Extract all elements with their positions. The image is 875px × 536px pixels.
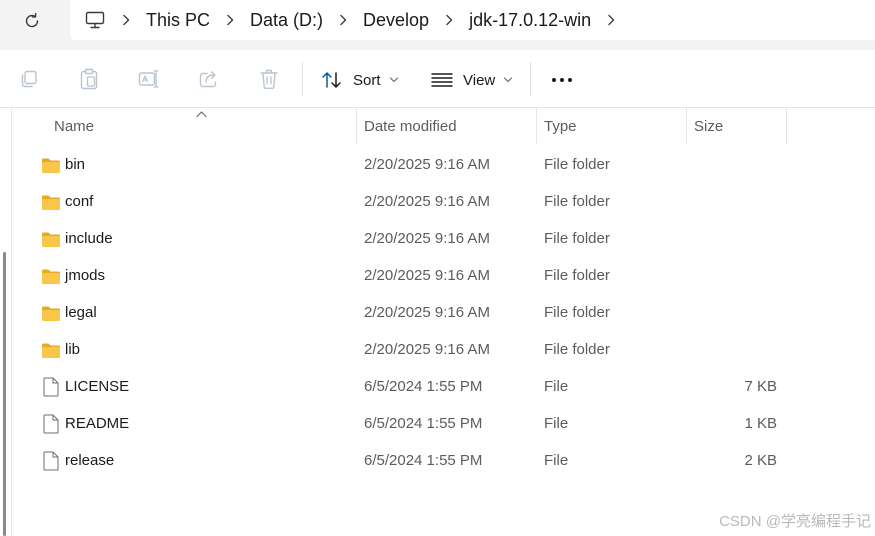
file-row[interactable]: LICENSE 6/5/2024 1:55 PM File 7 KB — [12, 369, 875, 406]
chevron-right-icon[interactable] — [210, 9, 250, 31]
file-name: bin — [65, 156, 86, 173]
chevron-right-icon[interactable] — [591, 9, 631, 31]
toolbar-divider — [530, 62, 531, 96]
chevron-right-icon[interactable] — [106, 9, 146, 31]
file-type: File — [544, 415, 569, 432]
file-date-modified: 2/20/2025 9:16 AM — [364, 193, 490, 210]
file-date-modified: 2/20/2025 9:16 AM — [364, 156, 490, 173]
view-button[interactable]: View — [431, 66, 513, 94]
column-divider[interactable] — [356, 108, 357, 144]
folder-icon — [41, 303, 61, 323]
folder-icon — [41, 266, 61, 286]
sort-button[interactable]: Sort — [321, 66, 399, 94]
file-row[interactable]: lib 2/20/2025 9:16 AM File folder — [12, 332, 875, 369]
share-icon[interactable] — [198, 68, 220, 90]
file-name: LICENSE — [65, 378, 130, 395]
file-type: File folder — [544, 230, 610, 247]
navigation-scrollbar[interactable] — [3, 252, 6, 536]
file-date-modified: 6/5/2024 1:55 PM — [364, 378, 483, 395]
chevron-right-icon[interactable] — [323, 9, 363, 31]
file-name: conf — [65, 193, 94, 210]
chevron-right-icon[interactable] — [429, 9, 469, 31]
file-type: File — [544, 452, 569, 469]
file-row[interactable]: release 6/5/2024 1:55 PM File 2 KB — [12, 443, 875, 480]
refresh-button[interactable] — [17, 8, 47, 34]
file-row[interactable]: bin 2/20/2025 9:16 AM File folder — [12, 147, 875, 184]
breadcrumb-develop[interactable]: Develop — [363, 10, 429, 31]
column-header-type[interactable]: Type — [544, 108, 577, 144]
file-date-modified: 2/20/2025 9:16 AM — [364, 230, 490, 247]
sort-label: Sort — [353, 71, 381, 89]
file-row[interactable]: jmods 2/20/2025 9:16 AM File folder — [12, 258, 875, 295]
file-name: lib — [65, 341, 81, 358]
file-name: jmods — [65, 267, 106, 284]
file-row[interactable]: legal 2/20/2025 9:16 AM File folder — [12, 295, 875, 332]
view-icon — [431, 73, 453, 87]
column-divider[interactable] — [786, 108, 787, 144]
file-type: File folder — [544, 267, 610, 284]
delete-icon[interactable] — [258, 68, 280, 90]
paste-icon[interactable] — [78, 68, 100, 90]
address-box[interactable]: This PC Data (D:) Develop jdk-17.0.12-wi… — [70, 0, 875, 40]
file-type: File — [544, 378, 569, 395]
chevron-down-icon — [389, 77, 398, 83]
chevron-down-icon — [504, 77, 513, 83]
folder-icon — [41, 155, 61, 175]
more-options-button[interactable] — [549, 66, 575, 94]
file-size: 1 KB — [744, 415, 777, 432]
toolbar-divider — [302, 62, 303, 96]
file-name: README — [65, 415, 130, 432]
rename-icon[interactable] — [138, 68, 160, 90]
file-type: File folder — [544, 193, 610, 210]
column-divider[interactable] — [536, 108, 537, 144]
copy-icon[interactable] — [18, 68, 40, 90]
file-date-modified: 6/5/2024 1:55 PM — [364, 415, 483, 432]
address-bar-row: This PC Data (D:) Develop jdk-17.0.12-wi… — [0, 0, 875, 50]
file-date-modified: 6/5/2024 1:55 PM — [364, 452, 483, 469]
file-row[interactable]: README 6/5/2024 1:55 PM File 1 KB — [12, 406, 875, 443]
file-icon — [41, 451, 61, 471]
file-date-modified: 2/20/2025 9:16 AM — [364, 304, 490, 321]
this-pc-icon[interactable] — [84, 9, 106, 31]
file-name: include — [65, 230, 113, 247]
folder-icon — [41, 340, 61, 360]
refresh-icon — [25, 12, 39, 28]
file-icon — [41, 377, 61, 397]
column-header-date[interactable]: Date modified — [364, 108, 457, 144]
more-icon — [552, 78, 572, 82]
column-header-name[interactable]: Name — [54, 108, 94, 144]
sort-icon — [322, 72, 341, 88]
folder-icon — [41, 192, 61, 212]
file-row[interactable]: conf 2/20/2025 9:16 AM File folder — [12, 184, 875, 221]
file-size: 7 KB — [744, 378, 777, 395]
breadcrumb-this-pc[interactable]: This PC — [146, 10, 210, 31]
file-icon — [41, 414, 61, 434]
file-type: File folder — [544, 341, 610, 358]
file-name: release — [65, 452, 115, 469]
view-label: View — [463, 71, 496, 89]
file-date-modified: 2/20/2025 9:16 AM — [364, 341, 490, 358]
file-type: File folder — [544, 304, 610, 321]
file-date-modified: 2/20/2025 9:16 AM — [364, 267, 490, 284]
file-explorer-window: This PC Data (D:) Develop jdk-17.0.12-wi… — [0, 0, 875, 536]
folder-icon — [41, 229, 61, 249]
watermark: CSDN @学亮编程手记 — [719, 513, 871, 530]
command-bar: Sort View — [0, 50, 875, 108]
column-header-row: Name Date modified Type Size — [12, 108, 875, 144]
column-divider[interactable] — [686, 108, 687, 144]
breadcrumb-data-drive[interactable]: Data (D:) — [250, 10, 323, 31]
file-type: File folder — [544, 156, 610, 173]
column-header-size[interactable]: Size — [694, 108, 723, 144]
breadcrumb-jdk-folder[interactable]: jdk-17.0.12-win — [469, 10, 591, 31]
file-list: bin 2/20/2025 9:16 AM File folder conf 2… — [12, 147, 875, 480]
file-row[interactable]: include 2/20/2025 9:16 AM File folder — [12, 221, 875, 258]
file-name: legal — [65, 304, 97, 321]
file-size: 2 KB — [744, 452, 777, 469]
sort-ascending-icon — [196, 111, 207, 118]
